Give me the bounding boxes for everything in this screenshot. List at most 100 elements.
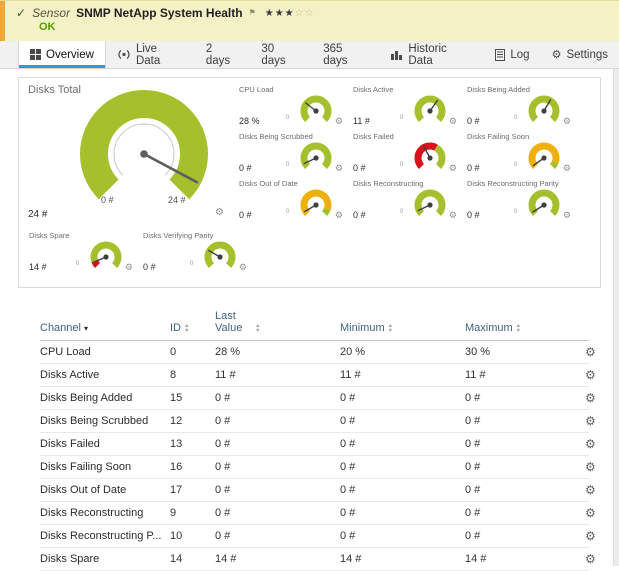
channel-settings-cell: ⚙ xyxy=(585,506,600,520)
gauge-settings-icon[interactable]: ⚙ xyxy=(563,210,571,221)
channel-settings-icon[interactable]: ⚙ xyxy=(585,460,596,474)
column-header-channel[interactable]: Channel ▾ xyxy=(40,322,170,334)
gauge-dial xyxy=(407,139,453,172)
gauge-settings-icon[interactable]: ⚙ xyxy=(335,116,343,127)
tab-live-data[interactable]: Live Data xyxy=(106,41,195,68)
channel-name[interactable]: Disks Failed xyxy=(40,438,170,450)
gauge-dial xyxy=(407,92,453,125)
channel-name[interactable]: Disks Reconstructing xyxy=(40,507,170,519)
column-header-minimum[interactable]: Minimum ▲▼ xyxy=(340,322,465,334)
gauge-settings-icon[interactable]: ⚙ xyxy=(449,210,457,221)
tab-label: Historic Data xyxy=(408,43,473,67)
gauge-settings-icon[interactable]: ⚙ xyxy=(239,262,247,273)
gauge-settings-icon[interactable]: ⚙ xyxy=(125,262,133,273)
gauge-dial xyxy=(293,186,339,219)
channel-settings-icon[interactable]: ⚙ xyxy=(585,437,596,451)
header-status-row: OK xyxy=(16,21,619,33)
priority-stars[interactable]: ★★★☆☆ xyxy=(265,8,315,19)
small-gauges-grid: CPU Load 0 28 % ⚙ Disks Active 0 11 # ⚙ … xyxy=(237,84,576,225)
dropdown-icon: ▾ xyxy=(84,324,88,334)
channel-last-value: 11 # xyxy=(215,369,340,381)
channel-settings-icon[interactable]: ⚙ xyxy=(585,391,596,405)
main-gauge-settings-icon[interactable]: ⚙ xyxy=(215,207,224,218)
object-kind-label: Sensor xyxy=(32,6,70,20)
tab-log[interactable]: Log xyxy=(484,41,540,68)
tab-label: 2 days xyxy=(206,43,240,67)
sensor-header: ✓ Sensor SNMP NetApp System Health ⚑ ★★★… xyxy=(0,0,619,41)
column-label: Last Value xyxy=(215,310,252,334)
gauge-label: Disks Failing Soon xyxy=(467,132,529,141)
channel-settings-icon[interactable]: ⚙ xyxy=(585,506,596,520)
gauge-value: 0 # xyxy=(467,210,480,220)
gauge-label: Disks Out of Date xyxy=(239,179,298,188)
gauge-settings-icon[interactable]: ⚙ xyxy=(335,210,343,221)
tab-settings[interactable]: ⚙Settings xyxy=(541,41,619,68)
channel-maximum: 0 # xyxy=(465,438,585,450)
gauge-value: 11 # xyxy=(353,116,370,126)
table-row[interactable]: Disks Failing Soon 16 0 # 0 # 0 # ⚙ xyxy=(40,456,589,479)
tab-overview[interactable]: Overview xyxy=(18,41,106,68)
status-badge: OK xyxy=(39,21,56,33)
sort-down-icon: ▼ xyxy=(184,329,189,334)
gauge-settings-icon[interactable]: ⚙ xyxy=(335,163,343,174)
column-header-maximum[interactable]: Maximum ▲▼ xyxy=(465,322,585,334)
channel-id: 15 xyxy=(170,392,215,404)
channel-settings-cell: ⚙ xyxy=(585,345,600,359)
column-header-id[interactable]: ID ▲▼ xyxy=(170,322,215,334)
gauge-settings-icon[interactable]: ⚙ xyxy=(449,163,457,174)
tab-label: Settings xyxy=(566,49,608,61)
table-row[interactable]: Disks Being Added 15 0 # 0 # 0 # ⚙ xyxy=(40,387,589,410)
tab-label: 365 days xyxy=(323,43,369,67)
gauge-settings-icon[interactable]: ⚙ xyxy=(563,116,571,127)
gauge-dial xyxy=(293,92,339,125)
tab-365-days[interactable]: 365 days xyxy=(312,41,380,68)
gauge-value: 0 # xyxy=(239,210,252,220)
tab-2-days[interactable]: 2 days xyxy=(195,41,251,68)
channel-name[interactable]: Disks Reconstructing P... xyxy=(40,530,170,542)
gauge-settings-icon[interactable]: ⚙ xyxy=(563,163,571,174)
table-row[interactable]: CPU Load 0 28 % 20 % 30 % ⚙ xyxy=(40,341,589,364)
channel-settings-icon[interactable]: ⚙ xyxy=(585,529,596,543)
channel-settings-icon[interactable]: ⚙ xyxy=(585,345,596,359)
channel-settings-icon[interactable]: ⚙ xyxy=(585,552,596,566)
channel-settings-icon[interactable]: ⚙ xyxy=(585,483,596,497)
gauge-tile-cpu-load: CPU Load 0 28 % ⚙ xyxy=(237,84,348,131)
scrollbar-track[interactable] xyxy=(613,69,619,566)
gauge-value: 28 % xyxy=(239,116,260,126)
gauge-value: 0 # xyxy=(239,163,252,173)
tab-label: Live Data xyxy=(136,43,184,67)
channel-name[interactable]: Disks Being Scrubbed xyxy=(40,415,170,427)
table-row[interactable]: Disks Spare 14 14 # 14 # 14 # ⚙ xyxy=(40,548,589,571)
channel-name[interactable]: Disks Failing Soon xyxy=(40,461,170,473)
channel-name[interactable]: Disks Spare xyxy=(40,553,170,565)
tab-30-days[interactable]: 30 days xyxy=(250,41,312,68)
channel-id: 12 xyxy=(170,415,215,427)
table-row[interactable]: Disks Active 8 11 # 11 # 11 # ⚙ xyxy=(40,364,589,387)
table-row[interactable]: Disks Reconstructing 9 0 # 0 # 0 # ⚙ xyxy=(40,502,589,525)
sort-icon: ▲▼ xyxy=(388,324,393,334)
channel-name[interactable]: Disks Being Added xyxy=(40,392,170,404)
table-row[interactable]: Disks Being Scrubbed 12 0 # 0 # 0 # ⚙ xyxy=(40,410,589,433)
gauge-settings-icon[interactable]: ⚙ xyxy=(449,116,457,127)
sort-icon: ▲▼ xyxy=(255,324,260,334)
gauge-label: CPU Load xyxy=(239,85,274,94)
table-row[interactable]: Disks Reconstructing P... 10 0 # 0 # 0 #… xyxy=(40,525,589,548)
channel-settings-icon[interactable]: ⚙ xyxy=(585,414,596,428)
channel-settings-icon[interactable]: ⚙ xyxy=(585,368,596,382)
channel-maximum: 30 % xyxy=(465,346,585,358)
gauge-scale-tick: 0 xyxy=(514,162,517,168)
gauge-scale-tick: 0 xyxy=(400,162,403,168)
column-header-last-value[interactable]: Last Value ▲▼ xyxy=(215,310,340,334)
table-row[interactable]: Disks Out of Date 17 0 # 0 # 0 # ⚙ xyxy=(40,479,589,502)
gauge-tile-disks-reconstructing-parity: Disks Reconstructing Parity 0 0 # ⚙ xyxy=(465,178,576,225)
channel-name[interactable]: Disks Active xyxy=(40,369,170,381)
tab-historic-data[interactable]: Historic Data xyxy=(380,41,484,68)
channel-settings-cell: ⚙ xyxy=(585,483,600,497)
table-row[interactable]: Disks Failed 13 0 # 0 # 0 # ⚙ xyxy=(40,433,589,456)
live-data-icon xyxy=(117,49,131,60)
channel-name[interactable]: CPU Load xyxy=(40,346,170,358)
channel-name[interactable]: Disks Out of Date xyxy=(40,484,170,496)
gauge-tile-disks-failing-soon: Disks Failing Soon 0 0 # ⚙ xyxy=(465,131,576,178)
channel-maximum: 0 # xyxy=(465,392,585,404)
channel-maximum: 0 # xyxy=(465,507,585,519)
